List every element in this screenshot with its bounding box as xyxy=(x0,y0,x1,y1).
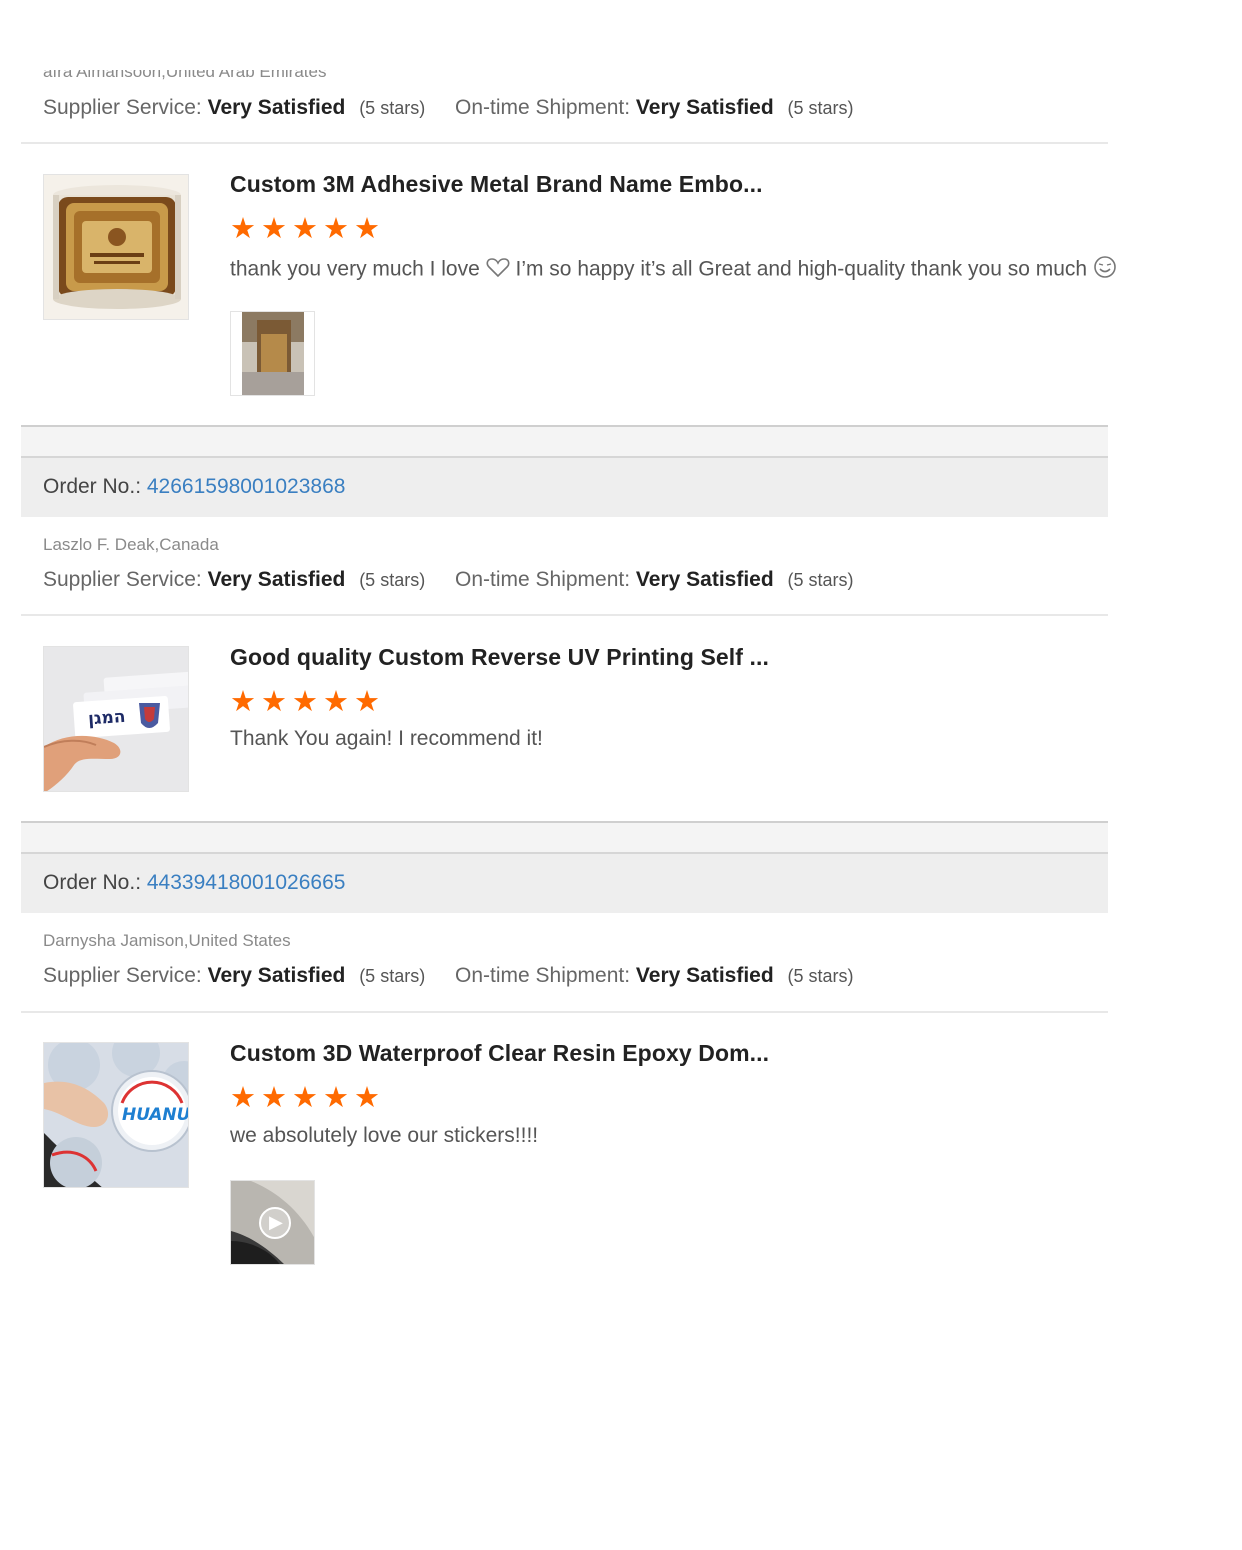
shipment-stars-count: (5 stars) xyxy=(787,966,854,986)
ratings-row: Supplier Service: Very Satisfied (5 star… xyxy=(43,568,854,592)
star-icon: ★ xyxy=(354,213,380,245)
product-image[interactable]: המגן xyxy=(43,646,189,792)
order-label: Order No.: xyxy=(43,475,142,498)
review-comment: thank you very much I love I’m so happy … xyxy=(230,255,1117,285)
review-comment: Thank You again! I recommend it! xyxy=(230,727,543,750)
divider xyxy=(21,142,1108,144)
shipment-rating: On-time Shipment: Very Satisfied (5 star… xyxy=(455,964,854,988)
review-comment: we absolutely love our stickers!!!! xyxy=(230,1124,539,1147)
shipment-label: On-time Shipment: xyxy=(455,964,631,987)
order-header: Order No.: 44339418001026665 xyxy=(21,852,1108,913)
supplier-service-label: Supplier Service: xyxy=(43,96,202,119)
ratings-row: Supplier Service: Very Satisfied (5 star… xyxy=(43,96,854,120)
reviewer-name: Darnysha Jamison,United States xyxy=(43,931,291,950)
star-icon: ★ xyxy=(230,686,256,718)
shipment-rating: On-time Shipment: Very Satisfied (5 star… xyxy=(455,96,854,120)
star-icon: ★ xyxy=(354,1082,380,1114)
reverse-uv-sticker-image: המגן xyxy=(44,647,188,791)
star-icon: ★ xyxy=(230,213,256,245)
shipment-stars-count: (5 stars) xyxy=(787,98,854,118)
epoxy-sticker-text: HUANUO xyxy=(122,1105,189,1125)
star-icon: ★ xyxy=(230,1082,256,1114)
star-icon: ★ xyxy=(354,686,380,718)
shipment-label: On-time Shipment: xyxy=(455,96,631,119)
product-title-link[interactable]: Custom 3M Adhesive Metal Brand Name Embo… xyxy=(230,171,763,198)
star-icon: ★ xyxy=(261,213,287,245)
bottle-photo-image xyxy=(231,312,314,395)
star-icon: ★ xyxy=(292,213,318,245)
supplier-service-label: Supplier Service: xyxy=(43,964,202,987)
order-header: Order No.: 42661598001023868 xyxy=(21,456,1108,517)
review-photo[interactable] xyxy=(230,311,315,396)
star-icon: ★ xyxy=(323,686,349,718)
product-title-link[interactable]: Custom 3D Waterproof Clear Resin Epoxy D… xyxy=(230,1040,769,1067)
review-video[interactable]: ▶ xyxy=(230,1180,315,1265)
ratings-row: Supplier Service: Very Satisfied (5 star… xyxy=(43,964,854,988)
comment-text: I’m so happy it’s all Great and high-qua… xyxy=(515,257,1088,281)
star-rating: ★ ★ ★ ★ ★ xyxy=(230,686,380,718)
gold-label-roll-image xyxy=(44,175,188,319)
star-icon: ★ xyxy=(261,686,287,718)
shipment-value: Very Satisfied xyxy=(635,964,774,987)
star-icon: ★ xyxy=(292,686,318,718)
epoxy-dome-sticker-image: HUANUO xyxy=(44,1043,189,1187)
supplier-stars-count: (5 stars) xyxy=(359,98,426,118)
comment-text: thank you very much I love xyxy=(230,257,480,281)
shipment-value: Very Satisfied xyxy=(635,96,774,119)
supplier-stars-count: (5 stars) xyxy=(359,570,426,590)
order-number-link[interactable]: 42661598001023868 xyxy=(147,475,346,498)
divider xyxy=(21,1011,1108,1013)
order-number-link[interactable]: 44339418001026665 xyxy=(147,871,346,894)
divider xyxy=(21,614,1108,616)
shipment-value: Very Satisfied xyxy=(635,568,774,591)
shipment-rating: On-time Shipment: Very Satisfied (5 star… xyxy=(455,568,854,592)
svg-text:המגן: המגן xyxy=(87,707,126,730)
spacer-band xyxy=(21,823,1108,852)
star-rating: ★ ★ ★ ★ ★ xyxy=(230,1082,380,1114)
star-icon: ★ xyxy=(323,213,349,245)
product-title-link[interactable]: Good quality Custom Reverse UV Printing … xyxy=(230,644,769,671)
product-image[interactable] xyxy=(43,174,189,320)
supplier-service-value: Very Satisfied xyxy=(207,96,346,119)
smile-icon xyxy=(1093,255,1117,285)
star-icon: ★ xyxy=(292,1082,318,1114)
supplier-service-value: Very Satisfied xyxy=(207,568,346,591)
spacer-band xyxy=(21,427,1108,456)
reviewer-name: afra Almansoori,United Arab Emirates xyxy=(43,62,327,81)
star-icon: ★ xyxy=(323,1082,349,1114)
heart-icon xyxy=(486,256,510,284)
product-image[interactable]: HUANUO xyxy=(43,1042,189,1188)
supplier-service-label: Supplier Service: xyxy=(43,568,202,591)
supplier-service-value: Very Satisfied xyxy=(207,964,346,987)
play-icon[interactable]: ▶ xyxy=(269,1212,283,1233)
supplier-stars-count: (5 stars) xyxy=(359,966,426,986)
order-label: Order No.: xyxy=(43,871,142,894)
order-number-row: Order No.: 42661598001023868 xyxy=(43,475,345,499)
star-rating: ★ ★ ★ ★ ★ xyxy=(230,213,380,245)
reviewer-name: Laszlo F. Deak,Canada xyxy=(43,535,219,554)
shipment-label: On-time Shipment: xyxy=(455,568,631,591)
shipment-stars-count: (5 stars) xyxy=(787,570,854,590)
order-number-row: Order No.: 44339418001026665 xyxy=(43,871,345,895)
star-icon: ★ xyxy=(261,1082,287,1114)
